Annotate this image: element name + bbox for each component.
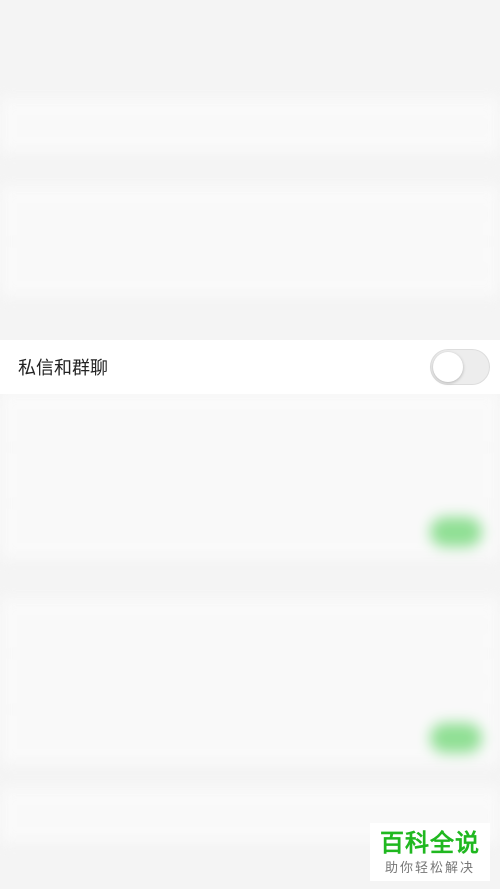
status-bar bbox=[0, 0, 500, 26]
settings-row[interactable] bbox=[0, 710, 500, 766]
settings-row[interactable]: › bbox=[0, 98, 500, 154]
chevron-right-icon: › bbox=[475, 260, 482, 279]
toggle-switch[interactable] bbox=[430, 516, 482, 547]
watermark: 百科全说 助你轻松解决 bbox=[370, 823, 490, 881]
setting-label: 私信和群聊 bbox=[18, 358, 108, 379]
section-header bbox=[0, 170, 500, 186]
nav-bar bbox=[0, 26, 500, 76]
section-header bbox=[0, 582, 500, 598]
section-note bbox=[0, 154, 500, 170]
chevron-right-icon: › bbox=[475, 204, 482, 223]
blurred-background: › › › › › › bbox=[0, 0, 500, 889]
settings-screen: › › › › › › 私信和群聊 百科全说 助你轻松解决 bbox=[0, 0, 500, 889]
settings-row[interactable]: › bbox=[0, 186, 500, 242]
chevron-right-icon: › bbox=[475, 616, 482, 635]
setting-row-private-messages[interactable]: 私信和群聊 bbox=[0, 340, 500, 394]
toggle-switch[interactable] bbox=[430, 722, 482, 753]
settings-row[interactable]: › bbox=[0, 654, 500, 710]
watermark-subtitle: 助你轻松解决 bbox=[384, 860, 475, 876]
watermark-title: 百科全说 bbox=[380, 828, 480, 857]
settings-row[interactable]: › bbox=[0, 598, 500, 654]
settings-row[interactable] bbox=[0, 392, 500, 448]
private-messages-toggle[interactable] bbox=[430, 349, 490, 385]
settings-row[interactable] bbox=[0, 504, 500, 560]
chevron-right-icon: › bbox=[475, 672, 482, 691]
toggle-knob bbox=[433, 352, 463, 382]
settings-row[interactable] bbox=[0, 448, 500, 504]
settings-row[interactable]: › bbox=[0, 242, 500, 298]
chevron-right-icon: › bbox=[475, 116, 482, 135]
